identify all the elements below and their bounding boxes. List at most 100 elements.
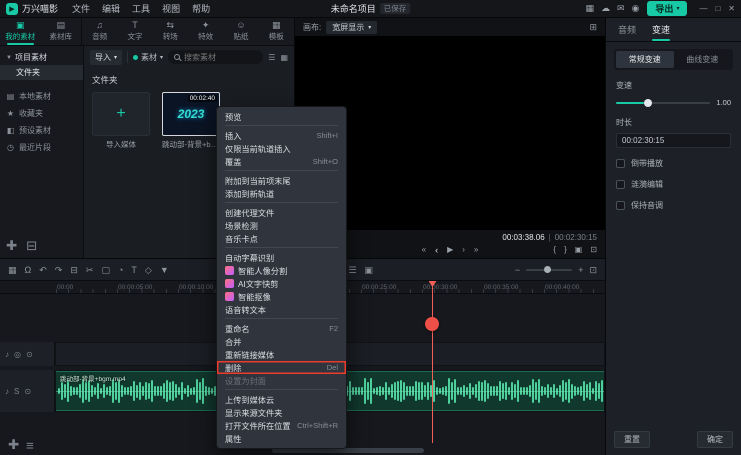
cloud-sync-icon[interactable]: ☁ (601, 3, 610, 14)
import-media-tile[interactable]: + 导入媒体 (92, 92, 150, 150)
trash-icon[interactable]: ⊟ (70, 264, 78, 276)
media-clip-card[interactable]: 2023 00:02:40 跳动部-背景+bgm.mp4 (162, 92, 220, 150)
menu-item-rename[interactable]: 重命名 F2 (217, 322, 346, 335)
menubar-menu-item[interactable]: 工具 (126, 2, 156, 15)
menu-item-insert[interactable]: 插入 Shift+I (217, 129, 346, 142)
menu-item-auto-captions[interactable]: 自动字幕识别 (217, 251, 346, 264)
split-icon[interactable]: ✂ (86, 264, 94, 276)
fit-timeline-icon[interactable]: ⊡ (589, 264, 597, 276)
fullscreen-icon[interactable]: ⊡ (590, 245, 597, 254)
subtab-uniform-speed[interactable]: 常规变速 (616, 51, 674, 68)
menu-item-ai-text-edit[interactable]: AI文字快剪 (217, 277, 346, 290)
tree-item-favorites[interactable]: ★ 收藏夹 (0, 105, 83, 122)
snapshot-icon[interactable]: ▣ (364, 264, 373, 276)
duration-value[interactable]: 00:02:30:15 (616, 133, 731, 148)
message-icon[interactable]: ✉ (617, 3, 625, 14)
speed-icon[interactable]: ◔ (118, 264, 123, 276)
menu-item-scene-detection[interactable]: 场景检测 (217, 219, 346, 232)
hide-track-icon[interactable]: ◎ (14, 350, 21, 359)
menu-item-preview[interactable]: 预览 (217, 110, 346, 123)
checkbox-icon[interactable] (616, 159, 625, 168)
menubar-menu-item[interactable]: 帮助 (186, 2, 216, 15)
import-button[interactable]: 导入 ▾ (90, 50, 122, 65)
track-manager-icon[interactable]: ▦ (8, 264, 17, 276)
close-icon[interactable]: ✕ (728, 4, 735, 13)
menu-item-set-as-cover[interactable]: 设置为封面 (217, 374, 346, 387)
solo-track-icon[interactable]: S (14, 387, 19, 396)
menu-item-create-proxy[interactable]: 创建代理文件 (217, 206, 346, 219)
add-track-icon[interactable]: ✚ (8, 437, 19, 453)
playhead-handle[interactable] (425, 317, 439, 331)
tab-my-media[interactable]: ▣ 我的素材 (0, 18, 41, 45)
zoom-out-icon[interactable]: − (515, 264, 520, 276)
menu-item-insert-current-track[interactable]: 仅限当前轨道插入 (217, 142, 346, 155)
category-transitions[interactable]: ⇆ 转场 (153, 18, 188, 45)
lock-track-icon[interactable]: ⊙ (26, 350, 33, 359)
menu-item-beat-detection[interactable]: 音乐卡点 (217, 232, 346, 245)
skip-start-icon[interactable]: « (422, 245, 426, 255)
menu-item-speech-to-text[interactable]: 语音转文本 (217, 303, 346, 316)
menu-item-upload-to-cloud[interactable]: 上传到媒体云 (217, 393, 346, 406)
option-reverse-playback[interactable]: 倒带播放 (616, 158, 731, 169)
media-type-filter[interactable]: 素材 ▾ (133, 52, 163, 63)
maximize-icon[interactable]: □ (715, 4, 720, 13)
grid-view-icon[interactable]: ▦ (280, 53, 288, 62)
zoom-slider-thumb[interactable] (544, 266, 551, 273)
redo-icon[interactable]: ↷ (55, 264, 63, 276)
speed-slider-thumb[interactable] (644, 99, 652, 107)
subtab-speed-ramping[interactable]: 曲线变速 (674, 51, 732, 68)
menu-item-ai-cutout[interactable]: 智能抠像 (217, 290, 346, 303)
skip-end-icon[interactable]: » (474, 245, 478, 255)
playhead[interactable] (432, 281, 433, 443)
menu-item-show-source-folder[interactable]: 显示来源文件夹 (217, 406, 346, 419)
undo-icon[interactable]: ↶ (39, 264, 47, 276)
view-mode-select[interactable]: 宽屏显示 ▾ (326, 21, 377, 34)
category-text[interactable]: T 文字 (117, 18, 152, 45)
layout-icon[interactable]: ▦ (586, 3, 595, 14)
confirm-button[interactable]: 确定 (697, 431, 733, 448)
track-options-icon[interactable]: ≡ (26, 437, 34, 453)
tree-item-folder-selected[interactable]: 文件夹 (0, 65, 83, 80)
mute-track-icon[interactable]: ♪ (5, 350, 9, 359)
menu-item-delete[interactable]: 删除 Del (217, 361, 346, 374)
menu-item-properties[interactable]: 属性 (217, 432, 346, 445)
option-ripple-edit[interactable]: 涟漪编辑 (616, 179, 731, 190)
marker-icon[interactable]: ▼ (160, 264, 169, 276)
keyframe-icon[interactable]: ◇ (145, 264, 152, 276)
zoom-in-icon[interactable]: + (578, 264, 583, 276)
category-templates[interactable]: ▦ 模板 (259, 18, 294, 45)
menu-item-append[interactable]: 附加到当前项末尾 (217, 174, 346, 187)
minimize-icon[interactable]: — (699, 4, 707, 13)
prev-frame-icon[interactable]: ‹ (435, 245, 438, 255)
mark-in-icon[interactable]: { (553, 245, 556, 254)
menu-item-relink-media[interactable]: 重新链接媒体 (217, 348, 346, 361)
search-input[interactable] (184, 53, 257, 62)
preview-settings-icon[interactable]: ⊞ (589, 22, 597, 33)
sort-icon[interactable]: ☰ (268, 53, 275, 62)
snap-magnet-icon[interactable]: Ω (25, 264, 32, 276)
new-folder-icon[interactable]: ✚ (6, 238, 17, 254)
mark-out-icon[interactable]: } (564, 245, 567, 254)
category-effects[interactable]: ✦ 特效 (188, 18, 223, 45)
crop-icon[interactable]: ▢ (101, 264, 110, 276)
speed-slider[interactable] (616, 102, 710, 104)
category-audio[interactable]: ♫ 音频 (82, 18, 117, 45)
tree-item-preset-media[interactable]: ◧ 预设素材 (0, 122, 83, 139)
menubar-menu-item[interactable]: 视图 (156, 2, 186, 15)
export-button[interactable]: 导出 ▾ (647, 1, 687, 16)
menu-item-add-to-new-track[interactable]: 添加到新轨道 (217, 187, 346, 200)
delete-folder-icon[interactable]: ⊟ (26, 238, 37, 254)
tab-speed[interactable]: 变速 (652, 23, 670, 41)
reset-button[interactable]: 重置 (614, 431, 650, 448)
lock-track-icon[interactable]: ⊙ (24, 387, 31, 396)
menubar-menu-item[interactable]: 文件 (66, 2, 96, 15)
tree-item-local-media[interactable]: ▤ 本地素材 (0, 88, 83, 105)
option-maintain-pitch[interactable]: 保持音调 (616, 200, 731, 211)
checkbox-icon[interactable] (616, 180, 625, 189)
mixer-icon[interactable]: ☰ (348, 264, 356, 276)
play-icon[interactable]: ▶ (447, 245, 453, 255)
tab-stock-library[interactable]: ▤ 素材库 (41, 18, 82, 45)
tree-root-project-media[interactable]: ▼ 项目素材 (0, 50, 83, 65)
checkbox-icon[interactable] (616, 201, 625, 210)
user-account-icon[interactable]: ◉ (632, 3, 640, 14)
